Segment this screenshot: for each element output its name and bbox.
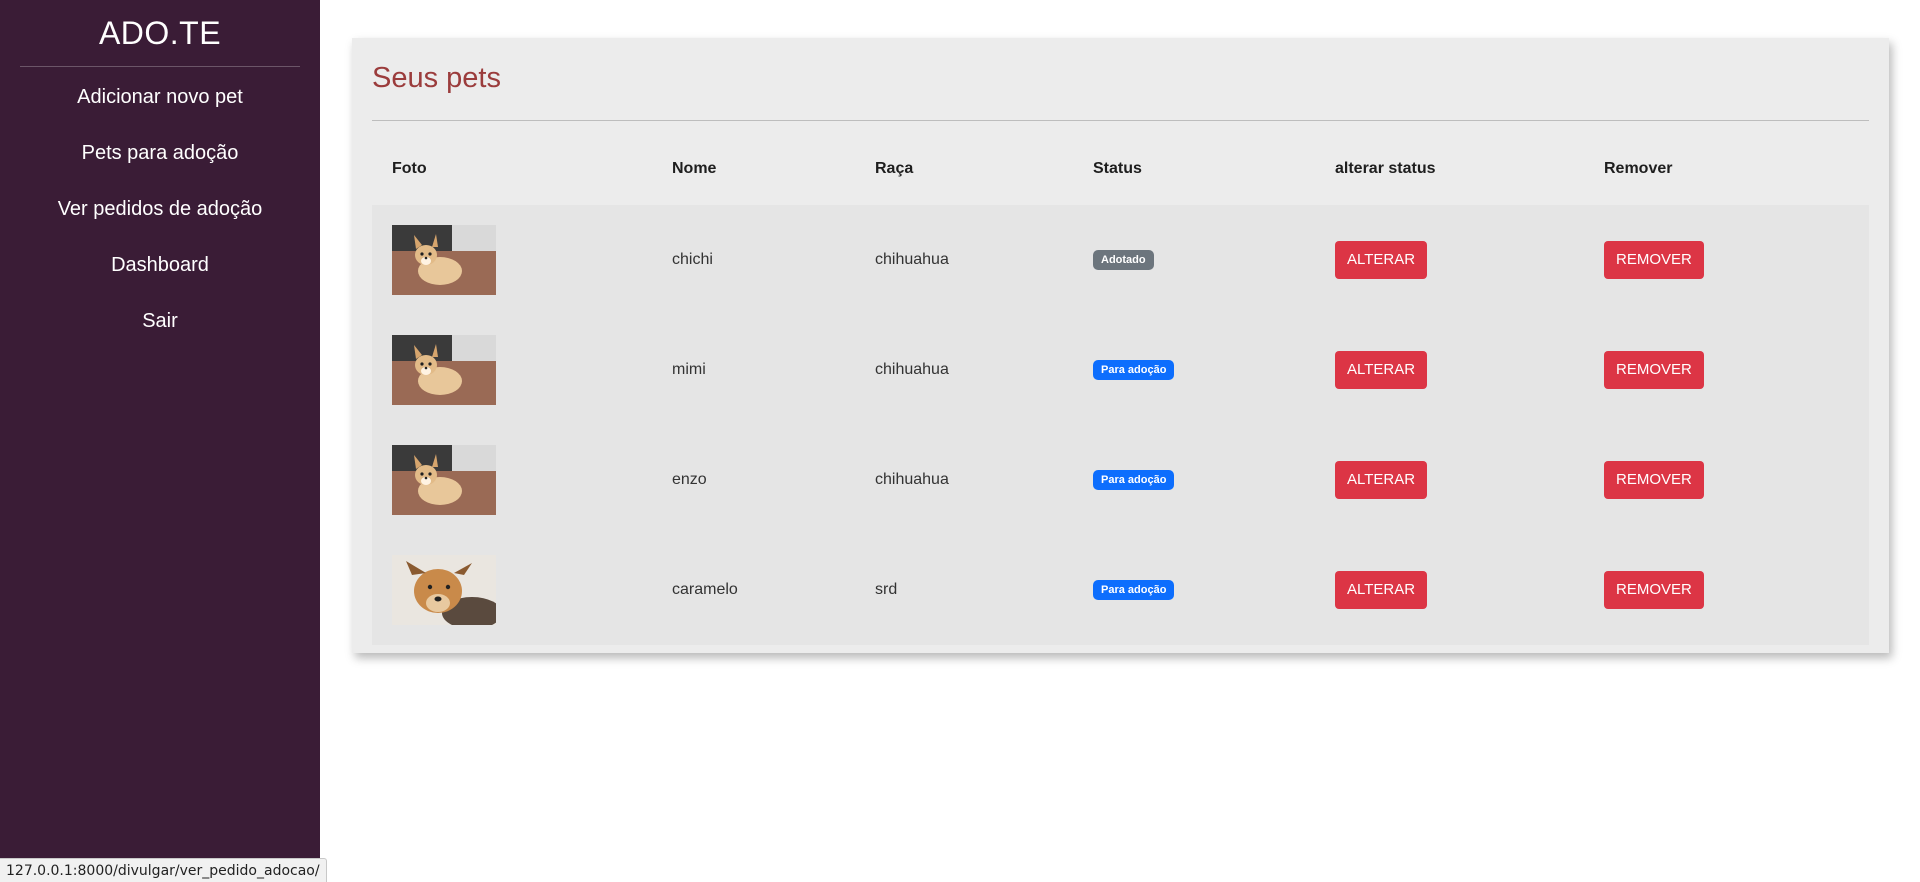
alterar-status-button[interactable]: ALTERAR — [1335, 571, 1428, 609]
remover-button[interactable]: REMOVER — [1604, 461, 1704, 499]
column-header-nome: Nome — [672, 160, 717, 177]
chihuahua-photo-icon — [392, 445, 496, 515]
pet-name: caramelo — [672, 581, 738, 598]
column-header-raca: Raça — [875, 160, 914, 177]
remover-button[interactable]: REMOVER — [1604, 351, 1704, 389]
pet-breed: chihuahua — [875, 361, 949, 378]
chihuahua-photo-icon — [392, 225, 496, 295]
pet-name: mimi — [672, 361, 706, 378]
link-preview-statusbar: 127.0.0.1:8000/divulgar/ver_pedido_adoca… — [0, 858, 327, 882]
table-row: chichi chihuahua Adotado ALTERAR REMOVER — [372, 205, 1869, 315]
sidebar-item-adicionar-novo-pet[interactable]: Adicionar novo pet — [0, 69, 320, 125]
remover-button[interactable]: REMOVER — [1604, 241, 1704, 279]
mixed-dog-photo-icon — [392, 555, 496, 625]
pet-breed: chihuahua — [875, 251, 949, 268]
table-row: caramelo srd Para adoção ALTERAR REMOVER — [372, 535, 1869, 645]
table-header: Foto Nome Raça Status alterar status Rem… — [372, 121, 1869, 205]
column-header-foto: Foto — [392, 160, 427, 177]
table-row: mimi chihuahua Para adoção ALTERAR REMOV… — [372, 315, 1869, 425]
sidebar-item-ver-pedidos-de-adocao[interactable]: Ver pedidos de adoção — [0, 181, 320, 237]
pet-name: chichi — [672, 251, 713, 268]
status-badge: Para adoção — [1093, 360, 1175, 380]
sidebar-item-dashboard[interactable]: Dashboard — [0, 237, 320, 293]
sidebar-item-pets-para-adocao[interactable]: Pets para adoção — [0, 125, 320, 181]
sidebar-nav: Adicionar novo pet Pets para adoção Ver … — [0, 67, 320, 349]
pet-breed: chihuahua — [875, 471, 949, 488]
alterar-status-button[interactable]: ALTERAR — [1335, 241, 1428, 279]
column-header-remover: Remover — [1604, 160, 1673, 177]
sidebar-item-sair[interactable]: Sair — [0, 293, 320, 349]
status-badge: Para adoção — [1093, 580, 1175, 600]
status-badge: Para adoção — [1093, 470, 1175, 490]
pet-breed: srd — [875, 581, 898, 598]
pets-card: Seus pets Foto Nome Raça Status alterar … — [352, 38, 1889, 653]
column-header-alterar-status: alterar status — [1335, 160, 1436, 177]
pet-name: enzo — [672, 471, 707, 488]
brand-logo[interactable]: ADO.TE — [0, 0, 320, 66]
remover-button[interactable]: REMOVER — [1604, 571, 1704, 609]
status-badge: Adotado — [1093, 250, 1154, 270]
chihuahua-photo-icon — [392, 335, 496, 405]
alterar-status-button[interactable]: ALTERAR — [1335, 461, 1428, 499]
table-row: enzo chihuahua Para adoção ALTERAR REMOV… — [372, 425, 1869, 535]
sidebar: ADO.TE Adicionar novo pet Pets para adoç… — [0, 0, 320, 882]
page-title: Seus pets — [372, 62, 501, 94]
alterar-status-button[interactable]: ALTERAR — [1335, 351, 1428, 389]
column-header-status: Status — [1093, 160, 1142, 177]
table-body: chichi chihuahua Adotado ALTERAR REMOVER — [372, 205, 1869, 645]
